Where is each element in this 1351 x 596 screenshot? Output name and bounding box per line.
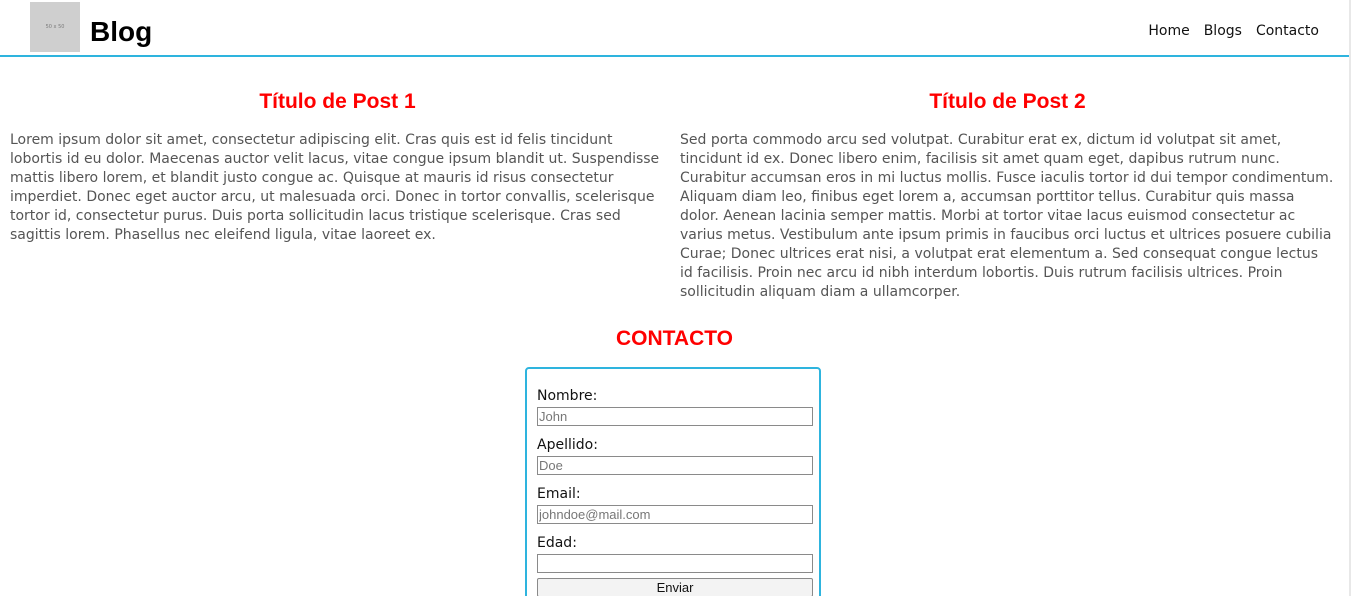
contact-form: Nombre: Apellido: Email: Edad: Enviar [525, 367, 821, 596]
apellido-label: Apellido: [537, 437, 598, 453]
email-label: Email: [537, 486, 581, 502]
apellido-input[interactable] [537, 456, 813, 475]
contact-title: CONTACTO [615, 327, 734, 350]
edad-input[interactable] [537, 554, 813, 573]
enviar-button[interactable]: Enviar [537, 578, 813, 596]
post-body: Sed porta commodo arcu sed volutpat. Cur… [680, 132, 1334, 300]
posts-section: Título de Post 1 Lorem ipsum dolor sit a… [10, 87, 1335, 302]
email-input[interactable] [537, 505, 813, 524]
post-title: Título de Post 1 [259, 90, 416, 113]
post-title: Título de Post 2 [929, 90, 1086, 113]
logo-placeholder-text: 50 x 50 [45, 24, 65, 30]
page: 50 x 50 Blog Home Blogs Contacto Título … [0, 0, 1351, 596]
nombre-label: Nombre: [537, 388, 598, 404]
nav-blogs-link[interactable]: Blogs [1204, 21, 1242, 41]
nav-contacto-link[interactable]: Contacto [1256, 21, 1319, 41]
nav-home-link[interactable]: Home [1148, 21, 1189, 41]
main-nav: Home Blogs Contacto [1148, 21, 1319, 41]
post-body: Lorem ipsum dolor sit amet, consectetur … [10, 132, 660, 243]
site-title: Blog [90, 16, 153, 47]
site-header: 50 x 50 Blog Home Blogs Contacto [0, 0, 1349, 57]
logo-placeholder: 50 x 50 [30, 2, 80, 52]
post-card-1: Título de Post 1 Lorem ipsum dolor sit a… [10, 87, 665, 302]
nombre-input[interactable] [537, 407, 813, 426]
edad-label: Edad: [537, 535, 577, 551]
post-card-2: Título de Post 2 Sed porta commodo arcu … [680, 87, 1335, 302]
